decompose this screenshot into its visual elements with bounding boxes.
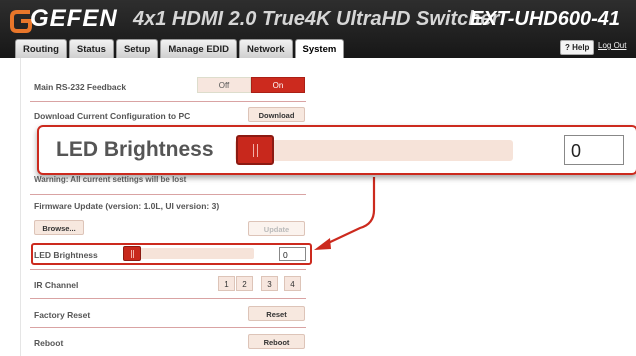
logo-text: GEFEN [30,5,118,32]
tab-system[interactable]: System [294,39,345,58]
tab-manage-edid[interactable]: Manage EDID [160,39,238,58]
divider [30,269,306,270]
reset-warning-text: Warning: All current settings will be lo… [34,175,187,184]
nav-tabs: Routing Status Setup Manage EDID Network… [15,39,345,58]
rs232-on-button[interactable]: On [251,77,305,93]
tab-network[interactable]: Network [239,39,293,58]
ir-channel-3-button[interactable]: 3 [261,276,278,291]
product-title: 4x1 HDMI 2.0 True4K UltraHD Switcher [133,8,500,30]
rs232-off-button[interactable]: Off [197,77,251,93]
help-button[interactable]: ? Help [560,40,595,55]
divider [30,327,306,328]
led-brightness-input[interactable]: 0 [279,247,306,261]
led-brightness-label: LED Brightness [34,250,98,260]
browse-button[interactable]: Browse... [34,220,84,235]
factory-reset-label: Factory Reset [34,310,91,320]
zoom-led-brightness-label: LED Brightness [56,138,214,161]
reset-button[interactable]: Reset [248,306,305,321]
ir-channel-label: IR Channel [34,280,79,290]
zoom-slider-handle [236,135,274,165]
divider [30,194,306,195]
divider [30,298,306,299]
divider [30,101,306,102]
firmware-update-label: Firmware Update (version: 1.0L, UI versi… [34,201,220,211]
tab-routing[interactable]: Routing [15,39,67,58]
tab-status[interactable]: Status [68,39,114,58]
ir-channel-2-button[interactable]: 2 [236,276,253,291]
reboot-label: Reboot [34,338,64,348]
ir-channel-1-button[interactable]: 1 [218,276,235,291]
logout-link[interactable]: Log Out [598,41,626,50]
led-brightness-slider-track[interactable] [123,248,254,259]
download-config-label: Download Current Configuration to PC [34,111,191,121]
zoom-value-field: 0 [564,135,624,165]
model-number: EXT-UHD600-41 [469,8,620,30]
zoom-slider-track [235,140,513,161]
update-button[interactable]: Update [248,221,305,236]
ir-channel-4-button[interactable]: 4 [284,276,301,291]
led-brightness-zoom-callout: LED Brightness 0 [37,125,636,175]
tab-setup[interactable]: Setup [115,39,159,58]
led-brightness-slider-handle[interactable] [123,246,141,261]
reboot-button[interactable]: Reboot [248,334,305,349]
rs232-feedback-toggle: Off On [197,77,305,93]
download-button[interactable]: Download [248,107,305,122]
rs232-feedback-label: Main RS-232 Feedback [34,82,127,92]
